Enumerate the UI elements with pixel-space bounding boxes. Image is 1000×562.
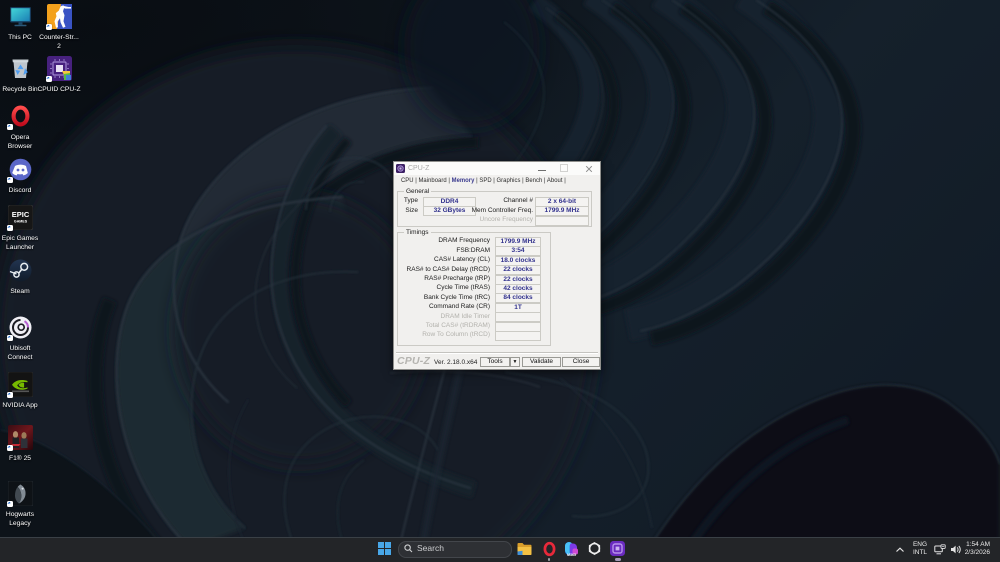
- svg-text:GAMES: GAMES: [13, 220, 27, 224]
- svg-text:EPIC: EPIC: [11, 210, 29, 219]
- svg-text:M365: M365: [567, 553, 576, 557]
